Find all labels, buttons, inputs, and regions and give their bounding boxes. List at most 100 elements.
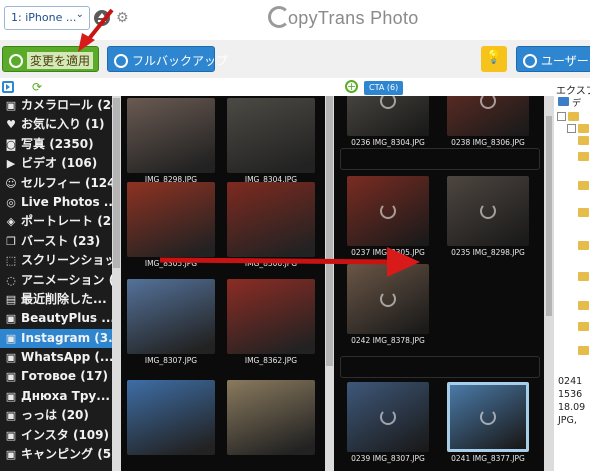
video-icon: ▶ xyxy=(6,157,16,171)
user-guide-button[interactable]: ユーザーガ xyxy=(516,46,590,72)
explorer-root-label: デ xyxy=(572,99,582,109)
photo-thumbnail[interactable]: 0236 IMG_8304.JPG xyxy=(338,96,438,147)
album-count: (106) xyxy=(61,156,98,171)
scrollbar-thumb[interactable] xyxy=(546,116,552,316)
album-item[interactable]: ◙ 写真 (2350) xyxy=(0,135,112,154)
apply-changes-button[interactable]: 変更を適用 xyxy=(2,46,99,72)
burst-icon: ❐ xyxy=(6,234,16,248)
photo-image xyxy=(347,176,429,246)
album-item[interactable]: ▶ ビデオ (106) xyxy=(0,154,112,173)
album-item[interactable]: ◌アニメーション (3) xyxy=(0,271,112,290)
sync-icon xyxy=(480,409,496,425)
full-backup-button[interactable]: フルバックアップ xyxy=(107,46,228,72)
album-count: (1) xyxy=(85,117,105,132)
album-item[interactable]: ▣ Днюха Тру... xyxy=(0,387,112,406)
album-item[interactable]: ▣ カメラロール (24... xyxy=(0,96,112,115)
album-label: BeautyPlus ... xyxy=(21,311,112,326)
photo-image xyxy=(347,382,429,452)
device-select[interactable]: 1: iPhone ... ⌄ xyxy=(4,6,90,30)
album-item[interactable]: ▤ 最近削除した... xyxy=(0,290,112,309)
album-item[interactable]: ▣ っっは (20) xyxy=(0,406,112,425)
backup-icon xyxy=(114,54,128,68)
folder-icon xyxy=(578,124,589,133)
photo-thumbnail[interactable]: IMG_8298.JPG xyxy=(123,98,219,184)
photo-thumbnail[interactable]: 0235 IMG_8298.JPG xyxy=(438,176,538,257)
device-grid-scrollbar[interactable] xyxy=(325,96,334,471)
photo-image xyxy=(127,279,215,354)
album-label: アニメーション xyxy=(21,272,105,287)
album-label: ポートレート xyxy=(21,214,94,229)
album-item[interactable]: ☺ セルフィー (124) xyxy=(0,174,112,193)
tree-expand-icon[interactable] xyxy=(557,112,566,121)
album-label: お気に入り xyxy=(21,117,82,132)
album-label: Готовое xyxy=(21,369,77,384)
file-info-line: 1536 xyxy=(558,389,583,400)
photo-thumbnail[interactable]: 0237 IMG_8305.JPG xyxy=(338,176,438,257)
photo-caption: 0241 IMG_8377.JPG xyxy=(451,454,525,463)
album-count: (24... xyxy=(97,98,112,112)
apply-changes-label: 変更を適用 xyxy=(27,52,94,69)
album-label: Live Photos ... xyxy=(21,194,112,209)
album-count: (... xyxy=(94,350,112,365)
album-item[interactable]: ▣ キャンピング (5) xyxy=(0,445,112,464)
photo-image xyxy=(227,182,315,257)
album-label: Днюха Тру... xyxy=(21,388,110,403)
explorer-title: エクスプローラ xyxy=(554,80,590,96)
eject-icon[interactable] xyxy=(94,10,110,26)
desktop-icon xyxy=(558,97,569,106)
photo-thumbnail[interactable]: 0238 IMG_8306.JPG xyxy=(438,96,538,147)
photo-thumbnail[interactable]: IMG_8307.JPG xyxy=(123,279,219,365)
photo-caption: IMG_8306.JPG xyxy=(244,259,298,268)
photo-thumbnail[interactable]: IMG_8304.JPG xyxy=(223,98,319,184)
scrollbar-thumb[interactable] xyxy=(113,98,120,268)
album-item[interactable]: ◎ Live Photos ... xyxy=(0,193,112,212)
album-icon: ▣ xyxy=(5,409,17,423)
photo-thumbnail[interactable]: IMG_8306.JPG xyxy=(223,182,319,268)
photo-caption: 0235 IMG_8298.JPG xyxy=(451,248,525,257)
scrollbar-thumb[interactable] xyxy=(326,96,333,366)
tree-expand-icon[interactable] xyxy=(567,124,576,133)
device-tab-icon[interactable] xyxy=(2,81,14,93)
photo-thumbnail[interactable]: 0241 IMG_8377.JPG xyxy=(438,382,538,463)
album-icon: ▣ xyxy=(5,428,17,442)
live-photo-icon: ◎ xyxy=(6,195,16,209)
settings-icon[interactable]: ⚙ xyxy=(116,10,129,26)
device-select-value: 1: iPhone ... xyxy=(11,11,77,24)
app-title: opyTrans Photo xyxy=(288,8,419,28)
portrait-icon: ◈ xyxy=(6,215,16,229)
tab-cta[interactable]: CTA (6) xyxy=(364,81,404,95)
user-guide-label: ユーザーガ xyxy=(541,54,590,68)
add-album-icon[interactable]: ⟳ xyxy=(32,80,42,94)
folder-icon xyxy=(578,208,589,217)
photo-group-divider xyxy=(340,356,540,378)
photo-caption: IMG_8305.JPG xyxy=(144,259,198,268)
photo-thumbnail[interactable]: 0239 IMG_8307.JPG xyxy=(338,382,438,463)
photo-caption: 0236 IMG_8304.JPG xyxy=(351,138,425,147)
folder-icon xyxy=(568,112,579,121)
photo-caption: 0238 IMG_8306.JPG xyxy=(451,138,525,147)
photo-thumbnail[interactable]: 0242 IMG_8378.JPG xyxy=(338,264,438,345)
album-item[interactable]: ▣ インスタ (109) xyxy=(0,426,112,445)
photo-caption: IMG_8362.JPG xyxy=(244,356,298,365)
album-item[interactable]: ▣ Instagram (3... xyxy=(0,328,112,349)
album-item[interactable]: ◈ ポートレート (25) xyxy=(0,212,112,231)
album-item[interactable]: ❐ バースト (23) xyxy=(0,232,112,251)
pc-grid-scrollbar[interactable] xyxy=(544,96,554,471)
add-album-icon[interactable]: + xyxy=(345,80,358,93)
album-label: ビデオ xyxy=(21,156,58,171)
album-item[interactable]: ▣ BeautyPlus ... xyxy=(0,309,112,328)
lightbulb-icon: 💡 xyxy=(485,50,503,65)
album-count: (5) xyxy=(97,447,112,462)
photo-thumbnail[interactable]: IMG_8305.JPG xyxy=(123,182,219,268)
photo-caption: 0237 IMG_8305.JPG xyxy=(351,248,425,257)
album-item[interactable]: ▣ Готовое (17) xyxy=(0,367,112,386)
photo-thumbnail[interactable] xyxy=(123,380,219,457)
photo-image xyxy=(347,96,429,136)
photo-thumbnail[interactable]: IMG_8362.JPG xyxy=(223,279,319,365)
tips-button[interactable]: 💡 xyxy=(481,46,507,72)
photo-thumbnail[interactable] xyxy=(223,380,319,457)
album-item[interactable]: ▣ WhatsApp (... xyxy=(0,348,112,367)
album-item[interactable]: ⬚ スクリーンショッ... xyxy=(0,251,112,270)
album-list-scrollbar[interactable] xyxy=(112,96,121,471)
album-item[interactable]: ♥ お気に入り (1) xyxy=(0,115,112,134)
